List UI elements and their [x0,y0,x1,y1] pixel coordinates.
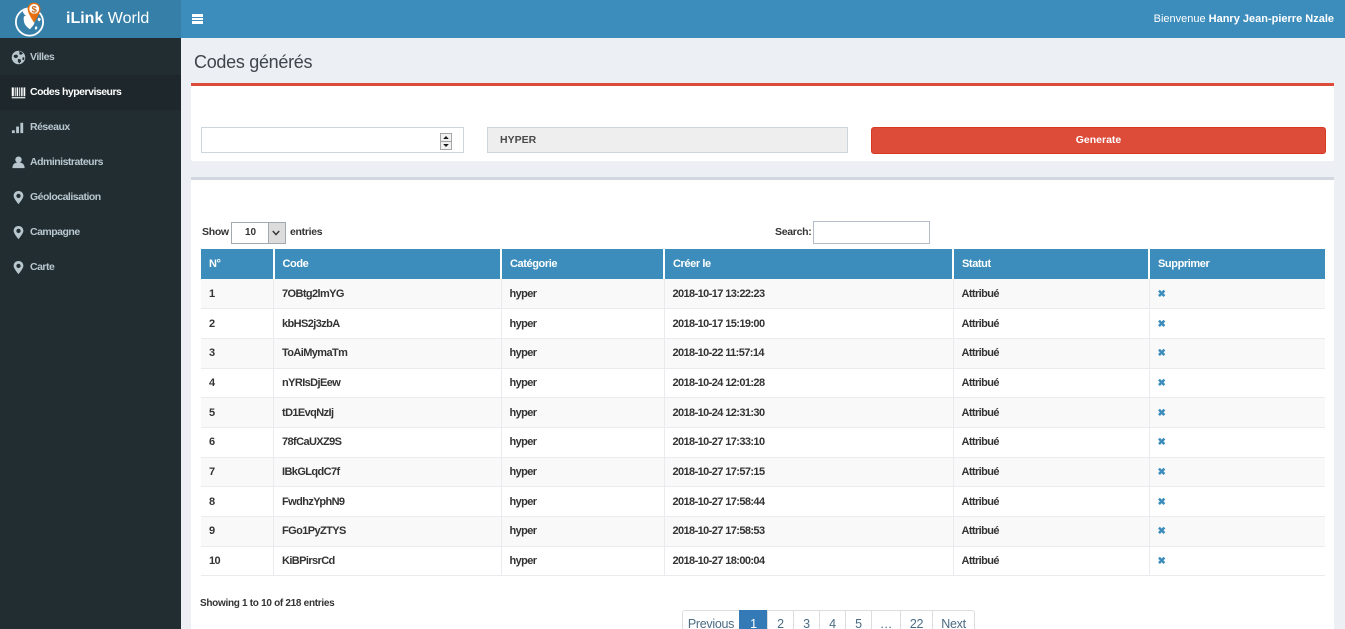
svg-text:$: $ [32,4,38,15]
